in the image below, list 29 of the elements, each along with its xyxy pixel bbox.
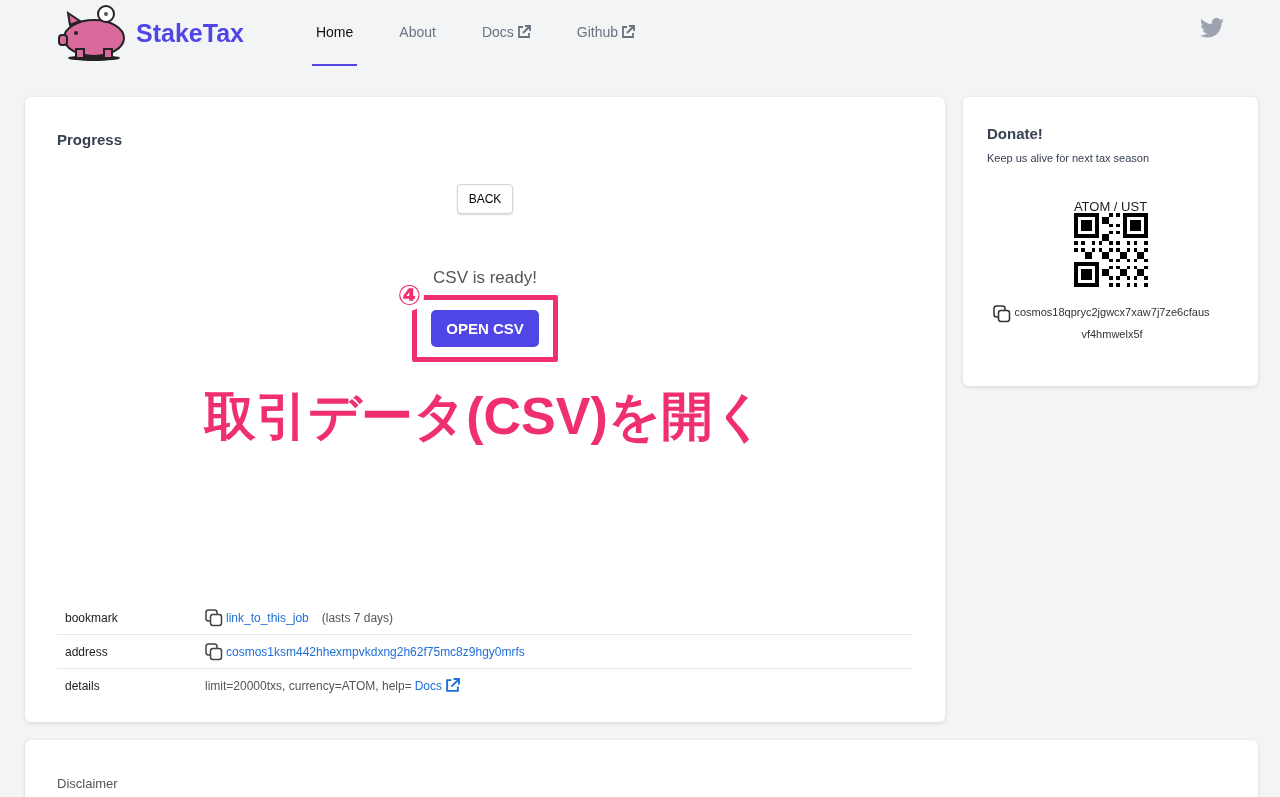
copy-link[interactable]: link_to_this_job (226, 610, 309, 625)
copy-link[interactable]: cosmos1ksm442hhexmpvkdxng2h62f75mc8z9hgy0mrfs (226, 644, 525, 659)
external-link-icon[interactable] (445, 678, 460, 693)
wallet-address: cosmos18qpryc2jgwcx7xaw7j7ze6cfausvf4hmwelx5f (1014, 305, 1210, 342)
detail-label: bookmark (64, 610, 119, 625)
back-button[interactable]: BACK (456, 184, 514, 214)
copy-icon[interactable] (205, 642, 223, 661)
detail-text: limit=20000txs, currency=ATOM, help= (205, 678, 412, 693)
annotation-caption: 取引データ(CSV)を開く (204, 386, 766, 447)
nav-link[interactable]: Home (311, 0, 358, 66)
logo-text[interactable]: StakeTax (136, 18, 244, 48)
nav-link[interactable]: Github (572, 0, 640, 66)
card-title: Disclaimer (57, 776, 118, 791)
copy-icon[interactable] (993, 305, 1011, 323)
external-link-icon (516, 25, 531, 39)
docs-link[interactable]: Docs (414, 678, 442, 693)
donate-subtitle: Keep us alive for next tax season (987, 152, 1151, 164)
detail-label: details (64, 678, 101, 693)
external-link-icon (621, 25, 636, 39)
qr-label: ATOM / UST (1073, 200, 1148, 213)
copy-icon[interactable] (205, 608, 223, 627)
note-text: (lasts 7 days) (321, 610, 394, 625)
open-csv-button[interactable]: OPEN CSV (431, 310, 539, 347)
status-text: CSV is ready! (433, 268, 537, 288)
card-title: Progress (57, 131, 124, 148)
nav-link[interactable]: About (395, 0, 440, 66)
card-title: Donate! (987, 125, 1044, 142)
nav-link[interactable]: Docs (477, 0, 535, 66)
detail-label: address (64, 644, 109, 659)
